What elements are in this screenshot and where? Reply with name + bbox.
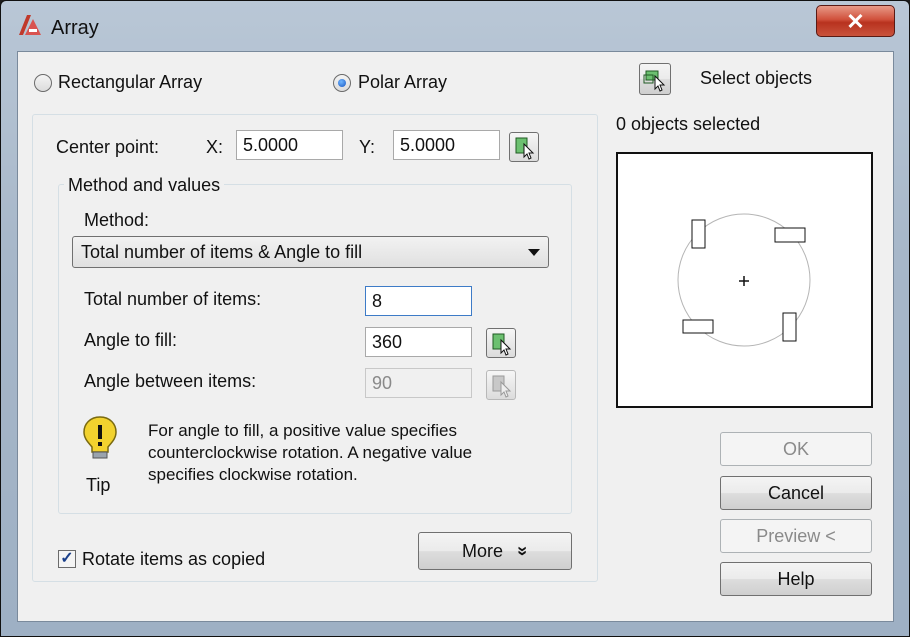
title-bar[interactable]: Array ✕ bbox=[1, 1, 909, 51]
pick-point-icon bbox=[515, 137, 535, 160]
center-point-label: Center point: bbox=[56, 137, 160, 157]
pick-angle-fill-button[interactable] bbox=[486, 328, 516, 358]
objects-selected-status: 0 objects selected bbox=[616, 114, 761, 134]
more-button-label: More bbox=[461, 541, 503, 561]
center-y-input[interactable] bbox=[393, 130, 500, 160]
close-button[interactable]: ✕ bbox=[816, 5, 895, 37]
help-button[interactable]: Help bbox=[720, 562, 872, 596]
pick-angle-icon bbox=[492, 333, 512, 356]
autocad-app-icon bbox=[19, 15, 41, 35]
ok-button[interactable]: OK bbox=[720, 432, 872, 466]
select-objects-label: Select objects bbox=[700, 68, 813, 88]
pick-center-point-button[interactable] bbox=[509, 132, 539, 162]
tip-lightbulb-icon bbox=[83, 416, 117, 459]
angle-between-input bbox=[365, 368, 472, 398]
double-chevron-down-icon: » bbox=[513, 545, 534, 557]
dialog-client-area: Rectangular Array Polar Array Center poi… bbox=[17, 51, 894, 622]
center-y-label: Y: bbox=[359, 137, 376, 157]
select-objects-button[interactable] bbox=[639, 63, 671, 95]
method-dropdown[interactable]: Total number of items & Angle to fill bbox=[72, 236, 549, 268]
select-objects-icon bbox=[643, 70, 666, 92]
dropdown-arrow-icon bbox=[528, 249, 540, 256]
center-x-label: X: bbox=[206, 137, 224, 157]
cancel-button[interactable]: Cancel bbox=[720, 476, 872, 510]
array-preview-drawing bbox=[677, 213, 811, 347]
preview-button[interactable]: Preview < bbox=[720, 519, 872, 553]
tip-text-line-3: specifies clockwise rotation. bbox=[148, 465, 358, 484]
pick-angle-disabled-icon bbox=[492, 375, 512, 398]
method-values-title: Method and values bbox=[64, 175, 225, 196]
window-title: Array bbox=[51, 17, 99, 39]
tip-text-line-2: counterclockwise rotation. A negative va… bbox=[148, 443, 473, 462]
polar-array-label[interactable]: Polar Array bbox=[358, 72, 447, 93]
tip-text-line-1: For angle to fill, a positive value spec… bbox=[148, 421, 457, 440]
pick-angle-between-button bbox=[486, 370, 516, 400]
array-preview-panel bbox=[616, 152, 873, 408]
center-x-input[interactable] bbox=[236, 130, 343, 160]
angle-fill-label: Angle to fill: bbox=[84, 330, 178, 350]
method-dropdown-value: Total number of items & Angle to fill bbox=[81, 242, 363, 262]
array-dialog-window: Array ✕ Rectangular Array Polar Array Ce… bbox=[0, 0, 910, 637]
more-button[interactable]: More » bbox=[418, 532, 572, 570]
angle-between-label: Angle between items: bbox=[84, 371, 257, 391]
angle-fill-input[interactable] bbox=[365, 327, 472, 357]
polar-array-radio[interactable] bbox=[333, 74, 351, 92]
rectangular-array-radio[interactable] bbox=[34, 74, 52, 92]
rotate-items-label[interactable]: Rotate items as copied bbox=[82, 549, 265, 570]
rectangular-array-label[interactable]: Rectangular Array bbox=[58, 72, 202, 93]
radio-selected-dot bbox=[338, 79, 346, 87]
tip-caption: Tip bbox=[86, 475, 111, 495]
total-items-input[interactable] bbox=[365, 286, 472, 316]
total-items-label: Total number of items: bbox=[84, 289, 262, 309]
rotate-items-checkbox[interactable]: ✓ bbox=[58, 550, 76, 568]
method-label: Method: bbox=[84, 210, 150, 230]
